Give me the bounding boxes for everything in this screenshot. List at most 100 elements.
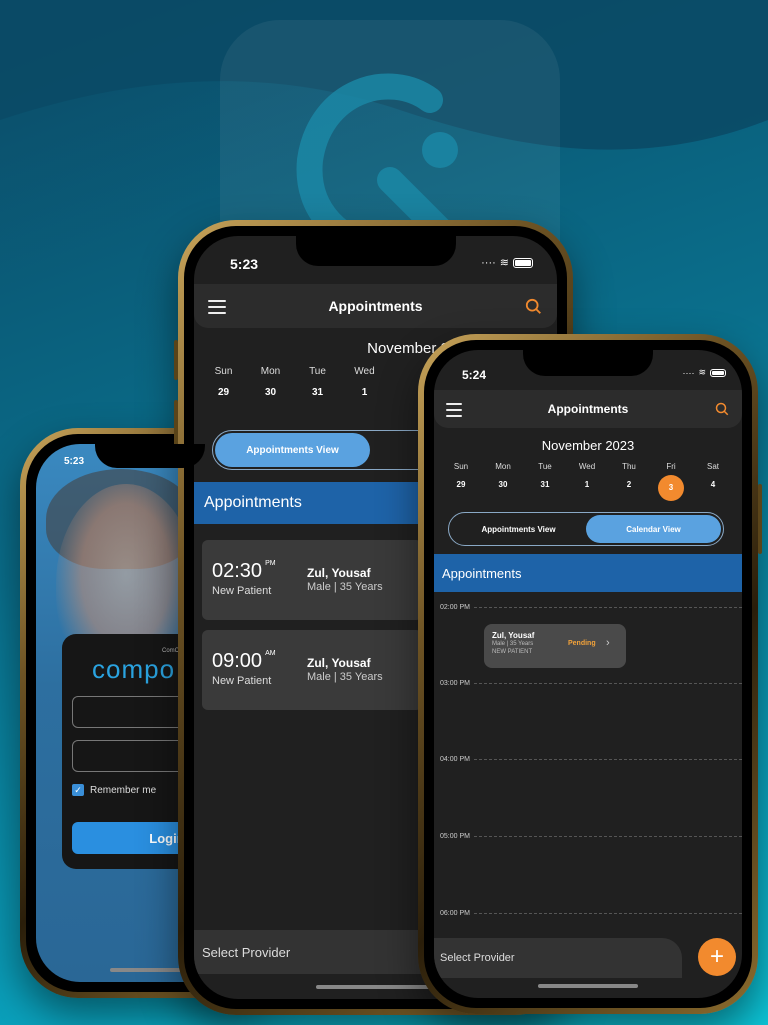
home-indicator: [538, 984, 638, 988]
day-number: 1: [361, 387, 368, 398]
day-name: Sat: [706, 462, 719, 471]
appointment-type: New Patient: [212, 675, 272, 687]
day-cell[interactable]: Thu 2: [608, 462, 650, 501]
tab-appointments-view[interactable]: Appointments View: [451, 515, 586, 543]
day-name: Fri: [666, 462, 676, 471]
battery-icon: [513, 257, 533, 268]
time-slot-label: 02:00 PM: [440, 604, 470, 611]
tab-appointments-view[interactable]: Appointments View: [215, 433, 370, 467]
calendar-event[interactable]: Zul, Yousaf Male | 35 Years NEW PATIENT …: [484, 624, 626, 668]
appointment-time: 02:30 PM: [212, 560, 276, 583]
day-cell[interactable]: Wed 1: [566, 462, 608, 501]
page-title: Appointments: [547, 402, 629, 416]
app-header: Appointments: [194, 284, 557, 328]
patient-meta: Male | 35 Years: [307, 581, 383, 593]
app-header: Appointments: [434, 390, 742, 428]
power-button: [758, 484, 762, 554]
event-patient-meta: Male | 35 Years: [492, 641, 534, 647]
event-status-badge: Pending: [568, 640, 596, 647]
status-time: 5:23: [230, 256, 259, 272]
appointment-type: New Patient: [212, 585, 272, 597]
patient-name: Zul, Yousaf: [307, 566, 371, 580]
day-cell-selected[interactable]: Fri 3: [650, 462, 692, 501]
patient-meta: Male | 35 Years: [307, 671, 383, 683]
time-value: 09:00: [212, 650, 263, 672]
select-provider[interactable]: Select Provider: [434, 938, 682, 978]
week-strip: Sun 29 Mon 30 Tue 31 Wed 1 Thu 2 Fri 3 S…: [440, 462, 734, 501]
day-number: 29: [217, 387, 230, 398]
battery-icon: [710, 368, 726, 377]
checkbox-checked-icon[interactable]: ✓: [72, 784, 84, 796]
notch: [523, 350, 653, 376]
time-slot: 04:00 PM: [440, 756, 742, 763]
day-name: Wed: [578, 462, 596, 471]
time-slot: 03:00 PM: [440, 680, 742, 687]
event-type: NEW PATIENT: [492, 649, 533, 655]
search-icon[interactable]: [525, 298, 543, 316]
time-slot-label: 03:00 PM: [440, 680, 470, 687]
time-slot: 06:00 PM: [440, 910, 742, 917]
status-icons: ···· ≋: [481, 256, 533, 269]
volume-button: [174, 340, 178, 380]
time-slot-label: 05:00 PM: [440, 833, 470, 840]
brand-logo: compo: [92, 654, 176, 684]
day-name: Sun: [453, 462, 469, 471]
remember-me[interactable]: ✓ Remember me: [72, 784, 156, 796]
day-number: 4: [710, 480, 716, 489]
page-title: Appointments: [328, 298, 423, 314]
day-name: Tue: [309, 366, 326, 377]
day-cell[interactable]: Sat 4: [692, 462, 734, 501]
time-value: 02:30: [212, 560, 263, 582]
day-name: Mon: [260, 366, 281, 377]
status-time: 5:24: [462, 368, 487, 382]
appointment-card[interactable]: 02:30 PM New Patient Zul, Yousaf Male | 3…: [202, 540, 422, 620]
day-number: 30: [264, 387, 277, 398]
day-number: 29: [456, 480, 466, 489]
time-slot-label: 04:00 PM: [440, 756, 470, 763]
day-number: 30: [498, 480, 508, 489]
notch: [95, 444, 205, 468]
day-cell[interactable]: Sun 29: [440, 462, 482, 501]
day-number: 1: [584, 480, 590, 489]
day-name: Mon: [495, 462, 511, 471]
day-number: 2: [626, 480, 632, 489]
day-name: Thu: [622, 462, 636, 471]
wifi-icon: ≋: [698, 367, 706, 377]
day-cell[interactable]: Mon 30: [247, 366, 294, 398]
wifi-icon: ≋: [499, 257, 509, 269]
add-appointment-button[interactable]: +: [698, 938, 736, 976]
time-slot: 05:00 PM: [440, 833, 742, 840]
home-indicator: [315, 985, 436, 989]
month-label: November 2023: [541, 438, 635, 453]
patient-name: Zul, Yousaf: [307, 656, 371, 670]
day-cell[interactable]: Sun 29: [200, 366, 247, 398]
search-icon[interactable]: [715, 402, 730, 417]
appointment-card[interactable]: 09:00 AM New Patient Zul, Yousaf Male | 3…: [202, 630, 422, 710]
day-number: 31: [311, 387, 324, 398]
appointments-calendar-phone: 5:24 ···· ≋ Appointments November 2023 S…: [418, 334, 762, 1014]
tab-calendar-view[interactable]: Calendar View: [586, 515, 721, 543]
event-patient-name: Zul, Yousaf: [492, 631, 535, 640]
home-indicator: [110, 968, 190, 972]
status-icons: ···· ≋: [682, 367, 726, 378]
day-cell[interactable]: Tue 31: [294, 366, 341, 398]
section-header: Appointments: [434, 554, 742, 592]
day-name: Sun: [214, 366, 233, 377]
week-strip: Sun 29 Mon 30 Tue 31 Wed 1: [200, 366, 388, 398]
time-slot-label: 06:00 PM: [440, 910, 470, 917]
day-name: Wed: [354, 366, 375, 377]
selected-day: 3: [658, 475, 684, 501]
chevron-right-icon: ›: [606, 637, 610, 649]
view-toggle: Appointments View Calendar View: [448, 512, 724, 546]
day-number: 31: [540, 480, 550, 489]
time-slot: 02:00 PM: [440, 604, 742, 611]
calendar-screen: 5:24 ···· ≋ Appointments November 2023 S…: [434, 350, 742, 998]
time-ampm: PM: [265, 560, 276, 567]
day-cell[interactable]: Tue 31: [524, 462, 566, 501]
status-time: 5:23: [64, 456, 85, 467]
day-cell[interactable]: Wed 1: [341, 366, 388, 398]
day-cell[interactable]: Mon 30: [482, 462, 524, 501]
appointment-time: 09:00 AM: [212, 650, 276, 673]
remember-label: Remember me: [90, 784, 157, 796]
day-name: Tue: [538, 462, 552, 471]
